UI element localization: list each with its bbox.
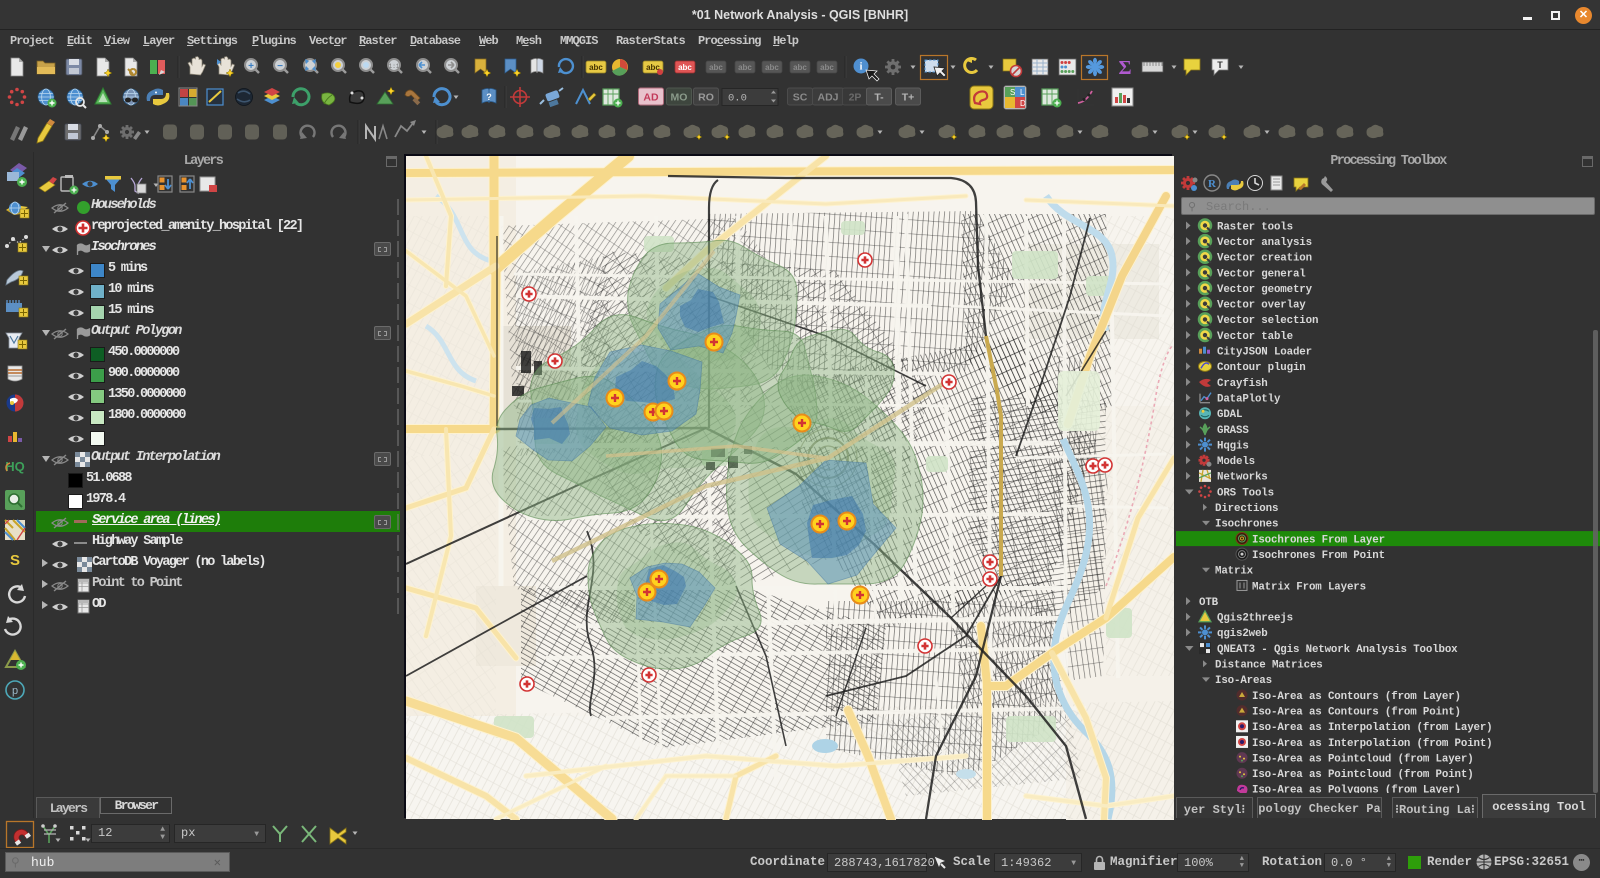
svg-text:Iso-Area as Polygons (from Lay: Iso-Area as Polygons (from Layer) xyxy=(1252,785,1461,793)
svg-text:Contour plugin: Contour plugin xyxy=(1217,362,1306,374)
svg-text:ORS Tools: ORS Tools xyxy=(1217,487,1274,499)
svg-text:T-: T- xyxy=(874,92,884,104)
svg-text:T+: T+ xyxy=(902,92,915,104)
svg-text:abc: abc xyxy=(589,63,603,72)
svg-text:OTB: OTB xyxy=(1199,597,1219,609)
svg-text:Distance Matrices: Distance Matrices xyxy=(1215,660,1323,672)
svg-text:Vector analysis: Vector analysis xyxy=(1217,237,1312,249)
svg-text:Iso-Area as Pointcloud (from L: Iso-Area as Pointcloud (from Layer) xyxy=(1252,753,1474,765)
svg-text:T: T xyxy=(1217,60,1223,70)
svg-text:L: L xyxy=(1020,88,1025,97)
svg-text:Iso-Areas: Iso-Areas xyxy=(1215,675,1272,687)
svg-text:SC: SC xyxy=(793,92,808,104)
svg-text:MO: MO xyxy=(671,92,688,104)
svg-text:qgis2web: qgis2web xyxy=(1217,628,1268,640)
svg-text:Iso-Area as Contours (from Poi: Iso-Area as Contours (from Point) xyxy=(1252,706,1461,718)
svg-text:CityJSON Loader: CityJSON Loader xyxy=(1217,347,1312,359)
svg-text:p: p xyxy=(12,685,18,697)
svg-text:abc: abc xyxy=(820,63,834,72)
svg-text:2P: 2P xyxy=(849,92,862,104)
svg-text:Isochrones From Layer: Isochrones From Layer xyxy=(1252,534,1385,546)
svg-text:+: + xyxy=(248,61,254,72)
svg-text:Iso-Area as Contours (from Lay: Iso-Area as Contours (from Layer) xyxy=(1252,691,1461,703)
svg-text:S: S xyxy=(1010,88,1015,97)
svg-text:Isochrones From Point: Isochrones From Point xyxy=(1252,550,1385,562)
svg-text:Vector overlay: Vector overlay xyxy=(1217,300,1306,312)
svg-text:DataPlotly: DataPlotly xyxy=(1217,393,1281,405)
svg-text:abc: abc xyxy=(738,63,752,72)
svg-text:?: ? xyxy=(486,92,492,102)
svg-text:RO: RO xyxy=(698,92,714,104)
svg-text:Matrix From Layers: Matrix From Layers xyxy=(1252,581,1366,593)
svg-text:−: − xyxy=(277,61,283,72)
svg-text:Vector general: Vector general xyxy=(1217,268,1306,280)
svg-text:GDAL: GDAL xyxy=(1217,409,1242,421)
svg-text:Models: Models xyxy=(1217,456,1255,468)
svg-text:AD: AD xyxy=(643,92,659,104)
svg-text:Iso-Area as Interpolation (fro: Iso-Area as Interpolation (from Layer) xyxy=(1252,722,1493,734)
svg-text:abc: abc xyxy=(765,63,779,72)
svg-text:Vector geometry: Vector geometry xyxy=(1217,284,1313,296)
svg-text:1:1: 1:1 xyxy=(389,63,400,70)
svg-text:Matrix: Matrix xyxy=(1215,566,1254,578)
svg-text:R: R xyxy=(1208,178,1217,190)
svg-text:Vector selection: Vector selection xyxy=(1217,315,1318,327)
svg-text:Vector creation: Vector creation xyxy=(1217,253,1312,265)
svg-text:Raster tools: Raster tools xyxy=(1217,221,1293,233)
svg-text:S: S xyxy=(10,552,20,569)
svg-text:i: i xyxy=(860,62,863,73)
svg-text:D: D xyxy=(1020,99,1026,108)
svg-text:GRASS: GRASS xyxy=(1217,425,1249,437)
svg-text:Iso-Area as Interpolation (fro: Iso-Area as Interpolation (from Point) xyxy=(1252,738,1493,750)
svg-text:Hqgis: Hqgis xyxy=(1217,440,1249,452)
svg-text:Qgis2threejs: Qgis2threejs xyxy=(1217,613,1293,625)
svg-text:QNEAT3 - Qgis Network Analysis: QNEAT3 - Qgis Network Analysis Toolbox xyxy=(1217,644,1458,656)
svg-text:0.0: 0.0 xyxy=(728,93,747,105)
svg-text:abc: abc xyxy=(678,63,692,72)
svg-text:Σ: Σ xyxy=(1118,57,1131,79)
svg-text:ADJ: ADJ xyxy=(817,92,838,104)
svg-text:Directions: Directions xyxy=(1215,503,1278,515)
svg-text:Isochrones: Isochrones xyxy=(1215,519,1278,531)
svg-text:Networks: Networks xyxy=(1217,472,1268,484)
svg-text:Crayfish: Crayfish xyxy=(1217,378,1268,390)
svg-text:abc: abc xyxy=(793,63,807,72)
svg-text:Iso-Area as Pointcloud (from P: Iso-Area as Pointcloud (from Point) xyxy=(1252,769,1474,781)
svg-text:HQ: HQ xyxy=(5,459,25,474)
svg-text:Vector table: Vector table xyxy=(1217,331,1293,343)
svg-text:abc: abc xyxy=(709,63,723,72)
